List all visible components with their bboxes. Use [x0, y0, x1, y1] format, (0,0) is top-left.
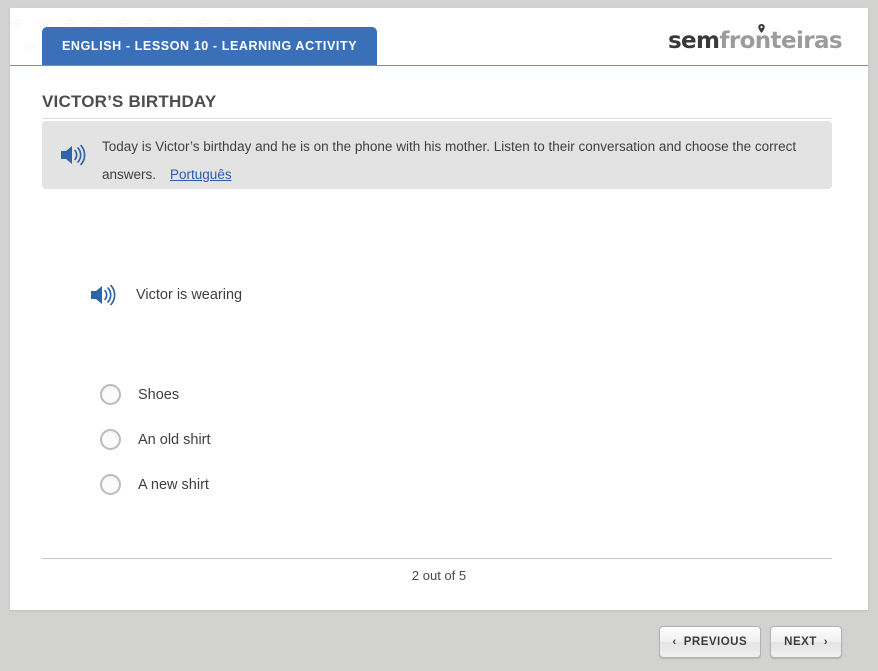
question-text: Victor is wearing [136, 287, 243, 303]
answer-option-label: A new shirt [138, 477, 209, 493]
speaker-icon[interactable] [90, 283, 116, 307]
answer-options: Shoes An old shirt A new shirt [92, 376, 592, 511]
previous-button-label: PREVIOUS [683, 636, 748, 648]
radio-button[interactable] [100, 474, 121, 495]
activity-page: ⌖⌖⌖⌖⌖⌖⌖⌖⌖⌖⌖⌖ ⌖⌖⌖⌖⌖⌖⌖⌖⌖⌖⌖⌖ ENGLISH - LESS… [0, 0, 878, 671]
chevron-right-icon: › [823, 636, 828, 648]
radio-button[interactable] [100, 429, 121, 450]
next-button[interactable]: NEXT › [770, 626, 842, 658]
next-button-label: NEXT [784, 636, 817, 648]
speaker-icon[interactable] [60, 143, 86, 167]
brand-logo-fronteiras: fronteiras [719, 28, 842, 54]
brand-logo-sem: sem [667, 28, 720, 54]
brand-logo-text: semfronteiras [667, 26, 843, 56]
portuguese-translation-link[interactable]: Português [170, 167, 232, 182]
answer-option[interactable]: Shoes [92, 376, 592, 421]
page-title: VICTOR’S BIRTHDAY [42, 92, 217, 111]
page-header: ENGLISH - LESSON 10 - LEARNING ACTIVITY … [10, 8, 868, 66]
footer-divider [42, 558, 832, 559]
answer-option-label: Shoes [138, 387, 180, 403]
radio-button[interactable] [100, 384, 121, 405]
answer-option-label: An old shirt [138, 432, 211, 448]
title-divider [42, 118, 832, 119]
answer-option[interactable]: A new shirt [92, 466, 592, 511]
map-pin-icon [758, 24, 765, 33]
navigation-bar: ‹ PREVIOUS NEXT › [658, 626, 842, 658]
content-card: ⌖⌖⌖⌖⌖⌖⌖⌖⌖⌖⌖⌖ ⌖⌖⌖⌖⌖⌖⌖⌖⌖⌖⌖⌖ ENGLISH - LESS… [10, 8, 868, 610]
chevron-left-icon: ‹ [672, 636, 677, 648]
instruction-text-wrapper: Today is Victor’s birthday and he is on … [102, 133, 808, 189]
lesson-tab[interactable]: ENGLISH - LESSON 10 - LEARNING ACTIVITY [42, 27, 378, 65]
previous-button[interactable]: ‹ PREVIOUS [658, 626, 762, 658]
instruction-box: Today is Victor’s birthday and he is on … [42, 121, 832, 189]
brand-logo: semfronteiras [667, 24, 843, 60]
progress-indicator: 2 out of 5 [411, 568, 467, 583]
answer-option[interactable]: An old shirt [92, 421, 592, 466]
